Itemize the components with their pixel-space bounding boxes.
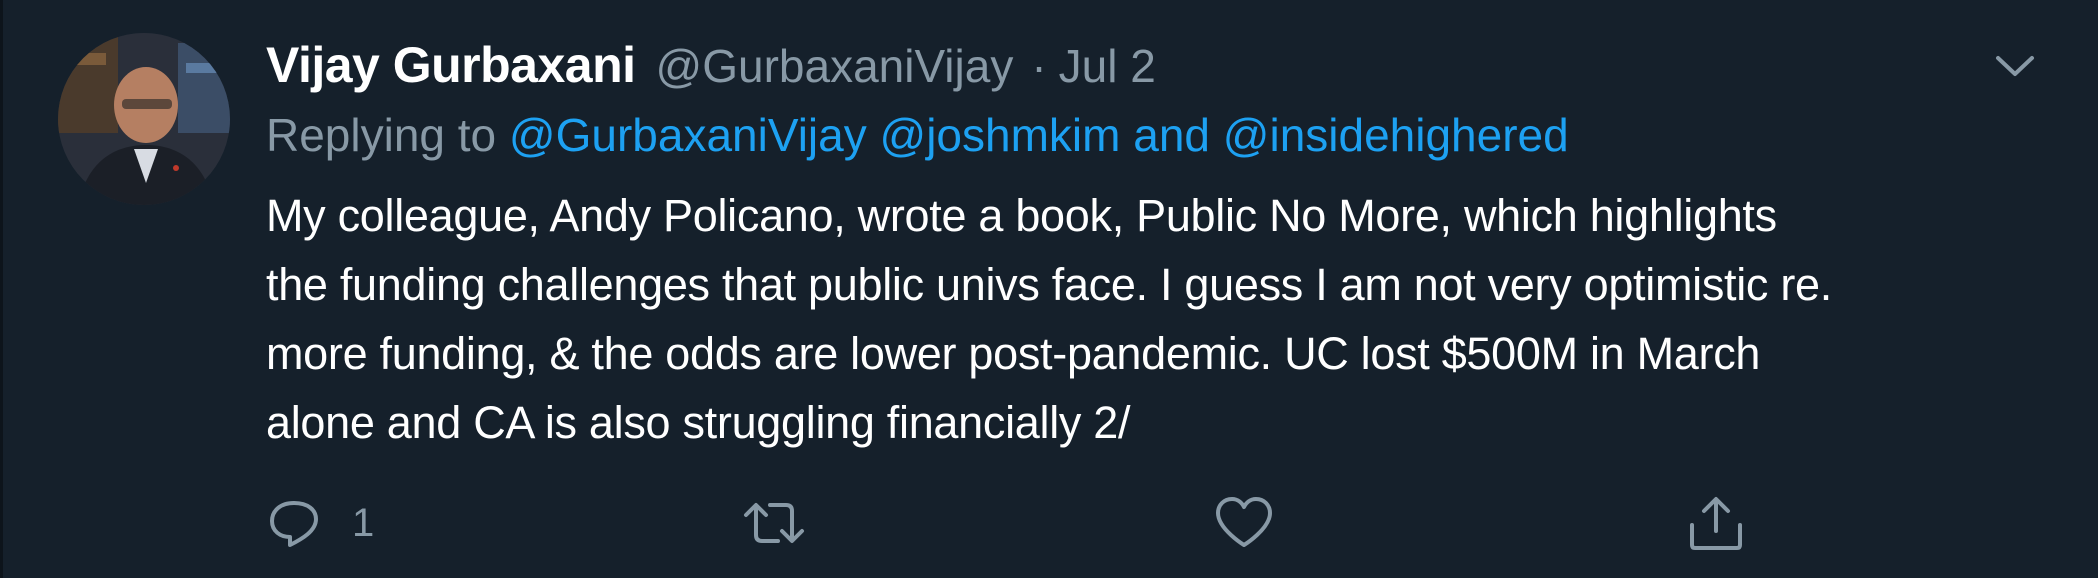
separator-dot: · [1031, 40, 1047, 92]
retweet-icon [744, 503, 804, 543]
profile-photo-icon [58, 33, 230, 205]
replying-to-line: Replying to @GurbaxaniVijay @joshmkim an… [266, 108, 1569, 162]
avatar[interactable] [58, 33, 230, 205]
tweet-text-line: My colleague, Andy Policano, wrote a boo… [266, 190, 1777, 241]
replying-to-label: Replying to [266, 109, 497, 161]
tweet-actions: 1 [266, 488, 2066, 558]
share-icon [1690, 497, 1742, 550]
reply-icon [270, 501, 318, 547]
reply-count: 1 [352, 500, 375, 545]
reply-button[interactable]: 1 [266, 488, 374, 558]
tweet-text: My colleague, Andy Policano, wrote a boo… [266, 181, 2066, 457]
mention-link[interactable]: @joshmkim [880, 109, 1121, 161]
author-display-name[interactable]: Vijay Gurbaxani [266, 36, 636, 94]
tweet-date[interactable]: Jul 2 [1059, 39, 1156, 93]
tweet[interactable]: Vijay Gurbaxani @GurbaxaniVijay · Jul 2 … [0, 0, 2098, 578]
retweet-button[interactable] [742, 488, 806, 558]
mention-link[interactable]: @insidehighered [1223, 109, 1569, 161]
mention-conjunction[interactable]: and [1133, 109, 1210, 161]
more-options-button[interactable] [1990, 46, 2040, 86]
share-button[interactable] [1686, 488, 1746, 558]
tweet-text-line: more funding, & the odds are lower post-… [266, 328, 1761, 379]
chevron-down-icon [1996, 56, 2034, 76]
mention-link[interactable]: @GurbaxaniVijay [509, 109, 867, 161]
like-button[interactable] [1214, 488, 1274, 558]
author-handle[interactable]: @GurbaxaniVijay [656, 39, 1014, 93]
tweet-header: Vijay Gurbaxani @GurbaxaniVijay · Jul 2 [266, 36, 1156, 98]
tweet-text-line: the funding challenges that public univs… [266, 259, 1832, 310]
tweet-text-line: alone and CA is also struggling financia… [266, 397, 1131, 448]
heart-icon [1216, 497, 1272, 547]
